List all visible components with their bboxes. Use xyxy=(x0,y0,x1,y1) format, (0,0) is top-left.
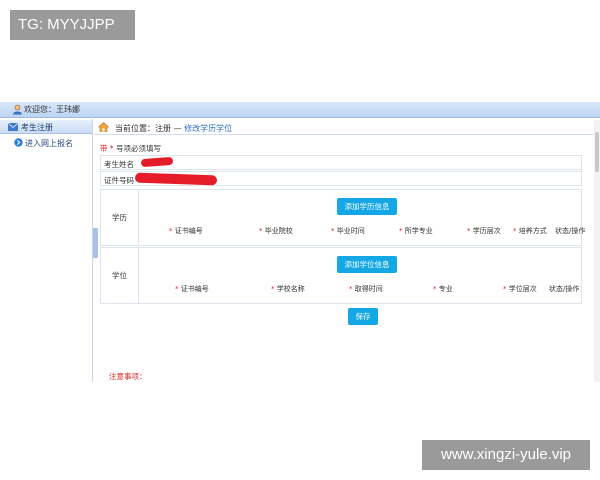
column-header-label: 状态/操作 xyxy=(549,285,580,293)
education-section: 学历 添加学历信息 * 证书编号 * 毕业院校 * 毕业时间 * 所学专业 * 学历层次… xyxy=(100,189,585,246)
column-header: * 专业 xyxy=(433,284,453,294)
add-degree-button[interactable]: 添加学位信息 xyxy=(337,256,397,273)
column-header-label: 证书编号 xyxy=(174,227,203,235)
column-header-label: 学校名称 xyxy=(276,285,305,293)
url-watermark-badge: www.xingzi-yule.vip xyxy=(422,440,590,470)
column-header-label: 学历层次 xyxy=(472,227,501,235)
column-header: 状态/操作 xyxy=(549,284,579,294)
breadcrumb-text: 当前位置：注册 — 修改学历学位 xyxy=(115,123,232,134)
column-header: * 证书编号 xyxy=(169,226,203,236)
id-number-label: 证件号码 xyxy=(104,176,134,185)
column-header: * 学位层次 xyxy=(503,284,537,294)
degree-section-label: 学位 xyxy=(101,248,139,303)
vertical-scrollbar[interactable] xyxy=(594,120,600,382)
degree-section: 学位 添加学位信息 * 证书编号 * 学校名称 * 取得时间 * 专业 * 学位层次 状态… xyxy=(100,247,582,304)
sidebar-header[interactable]: 考生注册 xyxy=(0,120,92,134)
column-header: * 学历层次 xyxy=(467,226,501,236)
mail-icon xyxy=(8,123,18,131)
column-header: * 毕业院校 xyxy=(259,226,293,236)
tg-watermark-badge: TG: MYYJJPP xyxy=(10,10,135,40)
name-redaction-mark xyxy=(140,156,174,168)
column-header: * 培养方式 xyxy=(513,226,547,236)
candidate-name-row: 考生姓名 xyxy=(100,155,582,170)
education-section-label: 学历 xyxy=(101,190,139,245)
breadcrumb-prefix: 当前位置：注册 — xyxy=(115,124,185,133)
scrollbar-thumb[interactable] xyxy=(595,132,599,172)
welcome-text: 欢迎您：王玮娜 xyxy=(24,105,80,114)
breadcrumb: 当前位置：注册 — 修改学历学位 xyxy=(94,119,600,135)
column-header: 状态/操作 xyxy=(555,226,585,236)
column-header: * 学校名称 xyxy=(271,284,305,294)
sidebar: 考生注册 进入网上报名 xyxy=(0,119,93,382)
column-header-label: 学位层次 xyxy=(508,285,537,293)
column-header-label: 毕业时间 xyxy=(336,227,365,235)
education-columns: * 证书编号 * 毕业院校 * 毕业时间 * 所学专业 * 学历层次 * 培养方式 状态/操… xyxy=(101,226,585,236)
arrow-circle-icon xyxy=(14,138,23,147)
required-note-star: 带 * xyxy=(100,144,117,153)
candidate-name-label: 考生姓名 xyxy=(104,160,134,169)
column-header-label: 状态/操作 xyxy=(555,227,586,235)
column-header-label: 取得时间 xyxy=(354,285,383,293)
column-header-label: 专业 xyxy=(438,285,453,293)
registration-app: 欢迎您：王玮娜 考生注册 进入网上报名 当前位置：注册 — 修改学历学位 带 *… xyxy=(0,102,600,382)
main-content: 当前位置：注册 — 修改学历学位 带 * 号项必须填写 考生姓名 证件号码 学历… xyxy=(94,119,600,382)
sidebar-item-label: 进入网上报名 xyxy=(25,139,73,148)
column-header-label: 所学专业 xyxy=(404,227,433,235)
add-education-button[interactable]: 添加学历信息 xyxy=(337,198,397,215)
sidebar-title: 考生注册 xyxy=(21,123,53,132)
save-button[interactable]: 保存 xyxy=(348,308,378,325)
degree-columns: * 证书编号 * 学校名称 * 取得时间 * 专业 * 学位层次 状态/操作 xyxy=(101,284,581,294)
column-header-label: 毕业院校 xyxy=(264,227,293,235)
id-redaction-mark xyxy=(134,172,218,186)
column-header-label: 培养方式 xyxy=(518,227,547,235)
column-header-label: 证书编号 xyxy=(180,285,209,293)
required-note: 带 * 号项必须填写 xyxy=(100,143,161,154)
id-number-row: 证件号码 xyxy=(100,171,582,186)
notice-title: 注意事项： xyxy=(109,372,147,380)
column-header: * 证书编号 xyxy=(175,284,209,294)
column-header: * 所学专业 xyxy=(399,226,433,236)
column-header: * 毕业时间 xyxy=(331,226,365,236)
breadcrumb-current: 修改学历学位 xyxy=(184,124,233,133)
home-icon xyxy=(98,122,109,132)
top-bar: 欢迎您：王玮娜 xyxy=(0,102,600,118)
required-note-text: 号项必须填写 xyxy=(116,144,162,153)
user-icon xyxy=(13,104,22,115)
column-header: * 取得时间 xyxy=(349,284,383,294)
sidebar-item-online-registration[interactable]: 进入网上报名 xyxy=(0,136,92,150)
screenshot-root: TG: MYYJJPP 欢迎您：王玮娜 考生注册 进入网上报名 当前位置：注册 … xyxy=(0,0,600,480)
